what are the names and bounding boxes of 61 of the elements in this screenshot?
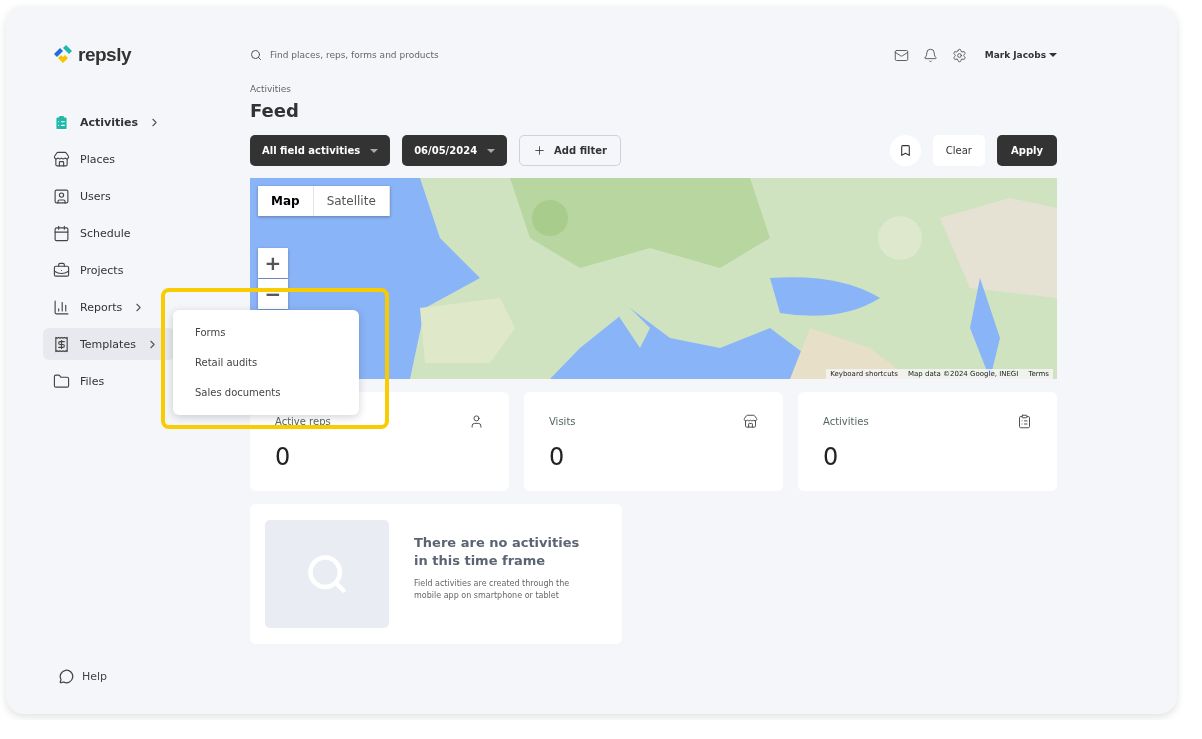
user-icon	[469, 414, 484, 429]
submenu-item[interactable]: Retail audits	[173, 347, 359, 378]
submenu-item[interactable]: Forms	[173, 318, 359, 348]
sidebar-item[interactable]: Reports	[43, 291, 175, 323]
chat-icon[interactable]	[59, 669, 74, 684]
calendar-icon	[53, 224, 70, 242]
bookmark-icon	[898, 144, 912, 157]
sidebar-item[interactable]: Activities	[43, 106, 175, 138]
stat-label: Activities	[823, 416, 869, 427]
clear-button[interactable]: Clear	[932, 135, 985, 166]
receipt-icon	[53, 335, 70, 353]
sidebar-item[interactable]: Schedule	[43, 217, 175, 249]
sidebar-item[interactable]: Templates	[43, 328, 175, 360]
stat-label: Active reps	[275, 416, 331, 427]
stat-value: 0	[275, 443, 292, 471]
user-icon	[53, 187, 70, 205]
user-menu[interactable]: Mark Jacobs	[984, 50, 1057, 60]
sidebar-label: Users	[80, 189, 111, 203]
plus-icon	[533, 144, 547, 157]
stat-value: 0	[823, 443, 840, 471]
map-type-tab[interactable]: Map	[258, 186, 314, 216]
sidebar-label: Places	[80, 152, 115, 166]
store-icon	[53, 150, 70, 168]
breadcrumb[interactable]: Activities	[250, 84, 1057, 94]
bookmark-button[interactable]	[889, 135, 921, 166]
settings-icon[interactable]	[951, 47, 967, 63]
filter-dropdown[interactable]: All field activities	[250, 135, 391, 166]
chart-icon	[53, 298, 70, 316]
sidebar-item[interactable]: Users	[43, 180, 175, 212]
sidebar-label: Schedule	[80, 226, 131, 240]
filter-dropdown[interactable]: 06/05/2024	[402, 135, 508, 166]
zoom-in-button[interactable]: +	[258, 248, 288, 278]
search-field[interactable]: Find places, reps, forms and products	[268, 49, 528, 61]
sidebar-item[interactable]: Places	[43, 143, 175, 175]
store-icon	[743, 414, 758, 429]
sidebar-label: Files	[80, 374, 105, 388]
apply-button[interactable]: Apply	[997, 135, 1057, 166]
clipboard-icon	[53, 113, 70, 131]
sidebar-label: Activities	[80, 115, 139, 129]
add-filter-button[interactable]: Add filter	[519, 135, 621, 166]
page-title: Feed	[250, 100, 300, 121]
folder-icon	[53, 372, 70, 390]
empty-description: Field activities are created through the mobile app on smartphone or tablet	[414, 578, 571, 603]
bell-icon[interactable]	[922, 47, 938, 63]
sidebar-label: Reports	[80, 300, 123, 314]
logo-icon	[52, 45, 74, 65]
sidebar-label: Templates	[80, 337, 136, 351]
briefcase-icon	[53, 261, 70, 279]
mail-icon[interactable]	[893, 47, 909, 63]
sidebar-item[interactable]: Projects	[43, 254, 175, 286]
help-link[interactable]: Help	[82, 670, 108, 683]
logo-text: repsly	[78, 44, 131, 66]
empty-title: There are no activities in this time frame	[414, 534, 581, 571]
map-type-tab[interactable]: Satellite	[313, 186, 390, 216]
search-icon	[250, 49, 262, 61]
sidebar-label: Projects	[80, 263, 124, 277]
stat-value: 0	[549, 443, 566, 471]
submenu-item[interactable]: Sales documents	[173, 377, 359, 407]
stat-label: Visits	[549, 416, 576, 427]
sidebar-item[interactable]: Files	[43, 365, 175, 397]
clipboard-icon	[1017, 414, 1032, 429]
